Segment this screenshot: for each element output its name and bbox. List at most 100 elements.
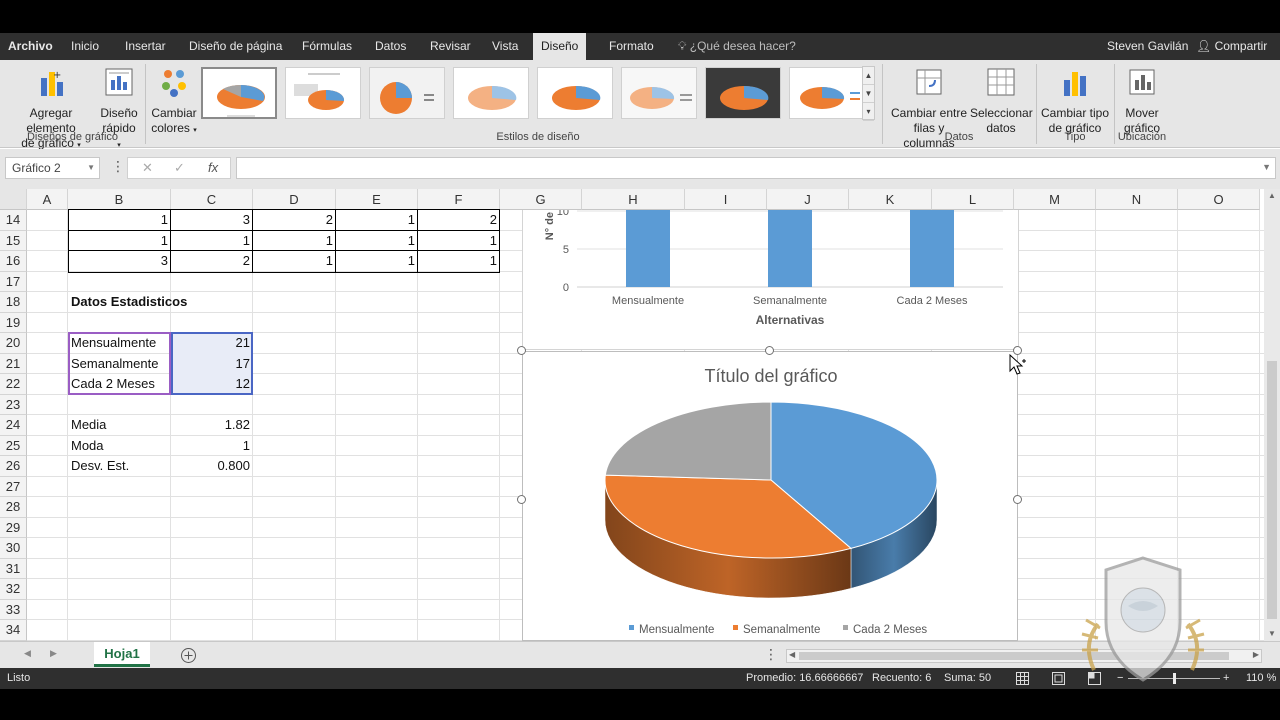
table-cell[interactable]: 1 (253, 251, 336, 271)
row-header[interactable]: 25 (0, 435, 27, 456)
gallery-scroll[interactable]: ▲ ▼ ▾ (862, 66, 875, 121)
zoom-level[interactable]: 110 % (1246, 668, 1276, 689)
resize-handle-top[interactable] (765, 346, 774, 355)
chart-style-3[interactable] (369, 67, 445, 119)
chart-style-5[interactable] (537, 67, 613, 119)
column-header[interactable]: O (1178, 189, 1260, 210)
summary-label[interactable]: Desv. Est. (68, 456, 171, 476)
tab-vista[interactable]: Vista (484, 33, 526, 60)
column-header[interactable]: N (1096, 189, 1178, 210)
user-name[interactable]: Steven Gavilán (1107, 33, 1188, 60)
tab-fórmulas[interactable]: Fórmulas (294, 33, 360, 60)
change-colors-button[interactable]: Cambiar colores ▾ (150, 66, 198, 138)
column-header[interactable]: C (171, 189, 253, 210)
row-header[interactable]: 16 (0, 251, 27, 272)
gallery-more-icon[interactable]: ▾ (863, 103, 874, 121)
vertical-scroll-thumb[interactable] (1267, 361, 1277, 619)
chart-style-4[interactable] (453, 67, 529, 119)
column-header[interactable]: G (500, 189, 582, 210)
column-header[interactable]: A (27, 189, 68, 210)
page-layout-view-icon[interactable] (1052, 672, 1065, 685)
scroll-down-icon[interactable]: ▼ (1267, 629, 1277, 638)
row-header[interactable]: 22 (0, 374, 27, 395)
move-chart-button[interactable]: Mover gráfico (1118, 66, 1166, 136)
table-cell[interactable]: 3 (171, 210, 253, 230)
bar-chart[interactable]: 0 5 10 Mensualmente Semanalmente Cada 2 Meses… (522, 206, 1019, 350)
column-header[interactable]: I (685, 189, 767, 210)
frequency-label[interactable]: Semanalmente (68, 354, 171, 374)
row-header[interactable]: 28 (0, 497, 27, 518)
row-header[interactable]: 21 (0, 353, 27, 374)
stats-title[interactable]: Datos Estadisticos (68, 292, 187, 312)
tab-formato[interactable]: Formato (601, 33, 662, 60)
row-header[interactable]: 17 (0, 271, 27, 292)
table-cell[interactable]: 1 (418, 251, 500, 271)
gallery-up-icon[interactable]: ▲ (863, 67, 874, 85)
chart-style-7[interactable] (705, 67, 781, 119)
column-header[interactable]: M (1014, 189, 1096, 210)
row-header[interactable]: 33 (0, 599, 27, 620)
gallery-down-icon[interactable]: ▼ (863, 85, 874, 103)
select-all-corner[interactable] (0, 189, 27, 210)
row-header[interactable]: 23 (0, 394, 27, 415)
formula-input[interactable]: ▼ (236, 157, 1276, 179)
row-header[interactable]: 31 (0, 558, 27, 579)
select-data-button[interactable]: Seleccionar datos (970, 66, 1033, 136)
resize-handle-left[interactable] (517, 495, 526, 504)
column-header[interactable]: B (68, 189, 171, 210)
chart-style-2[interactable] (285, 67, 361, 119)
insert-function-icon[interactable]: fx (208, 160, 218, 175)
column-header[interactable]: K (849, 189, 932, 210)
row-header[interactable]: 30 (0, 538, 27, 559)
resize-handle-right[interactable] (1013, 495, 1022, 504)
row-header[interactable]: 32 (0, 579, 27, 600)
column-header[interactable]: H (582, 189, 685, 210)
tab-diseño[interactable]: Diseño (533, 33, 587, 60)
row-header[interactable]: 34 (0, 620, 27, 641)
resize-handle-top-left[interactable] (517, 346, 526, 355)
table-cell[interactable]: 1 (336, 231, 418, 251)
row-header[interactable]: 29 (0, 517, 27, 538)
table-cell[interactable]: 1 (171, 231, 253, 251)
more-options-icon[interactable]: ⋮ (764, 646, 778, 663)
tab-inicio[interactable]: Inicio (63, 33, 107, 60)
add-sheet-icon[interactable] (180, 647, 197, 664)
summary-value[interactable]: 0.800 (171, 456, 253, 476)
table-cell[interactable]: 1 (336, 210, 418, 230)
table-cell[interactable]: 2 (171, 251, 253, 271)
chevron-down-icon[interactable]: ▼ (1262, 162, 1271, 172)
column-header[interactable]: D (253, 189, 336, 210)
scroll-right-icon[interactable]: ▶ (1253, 650, 1259, 659)
change-chart-type-button[interactable]: Cambiar tipo de gráfico (1040, 66, 1110, 136)
row-header[interactable]: 26 (0, 456, 27, 477)
vertical-scrollbar[interactable]: ▲ ▼ (1264, 189, 1280, 641)
tab-datos[interactable]: Datos (367, 33, 414, 60)
name-box[interactable]: Gráfico 2 ▼ (5, 157, 100, 179)
tab-archivo[interactable]: Archivo (0, 33, 61, 60)
chart-style-6[interactable] (621, 67, 697, 119)
tab-insertar[interactable]: Insertar (117, 33, 174, 60)
summary-label[interactable]: Moda (68, 436, 171, 456)
column-header[interactable]: E (336, 189, 418, 210)
chart-style-1[interactable] (201, 67, 277, 119)
frequency-label[interactable]: Cada 2 Meses (68, 374, 171, 394)
frequency-label[interactable]: Mensualmente (68, 333, 171, 353)
column-header[interactable]: L (932, 189, 1014, 210)
table-cell[interactable]: 1 (68, 231, 171, 251)
sheet-next-icon[interactable]: ▶ (50, 648, 57, 659)
tab-revisar[interactable]: Revisar (422, 33, 479, 60)
frequency-value[interactable]: 17 (171, 354, 253, 374)
normal-view-icon[interactable] (1016, 672, 1029, 685)
table-cell[interactable]: 1 (68, 210, 171, 230)
table-cell[interactable]: 1 (253, 231, 336, 251)
table-cell[interactable]: 3 (68, 251, 171, 271)
summary-value[interactable]: 1.82 (171, 415, 253, 435)
share-button[interactable]: 👤︎ Compartir (1196, 33, 1267, 60)
pie-chart[interactable]: Título del gráfico Mensualmente Semanalmen… (522, 351, 1018, 641)
frequency-value[interactable]: 21 (171, 333, 253, 353)
table-cell[interactable]: 2 (418, 210, 500, 230)
row-header[interactable]: 19 (0, 312, 27, 333)
row-header[interactable]: 27 (0, 476, 27, 497)
table-cell[interactable]: 1 (336, 251, 418, 271)
row-header[interactable]: 18 (0, 292, 27, 313)
